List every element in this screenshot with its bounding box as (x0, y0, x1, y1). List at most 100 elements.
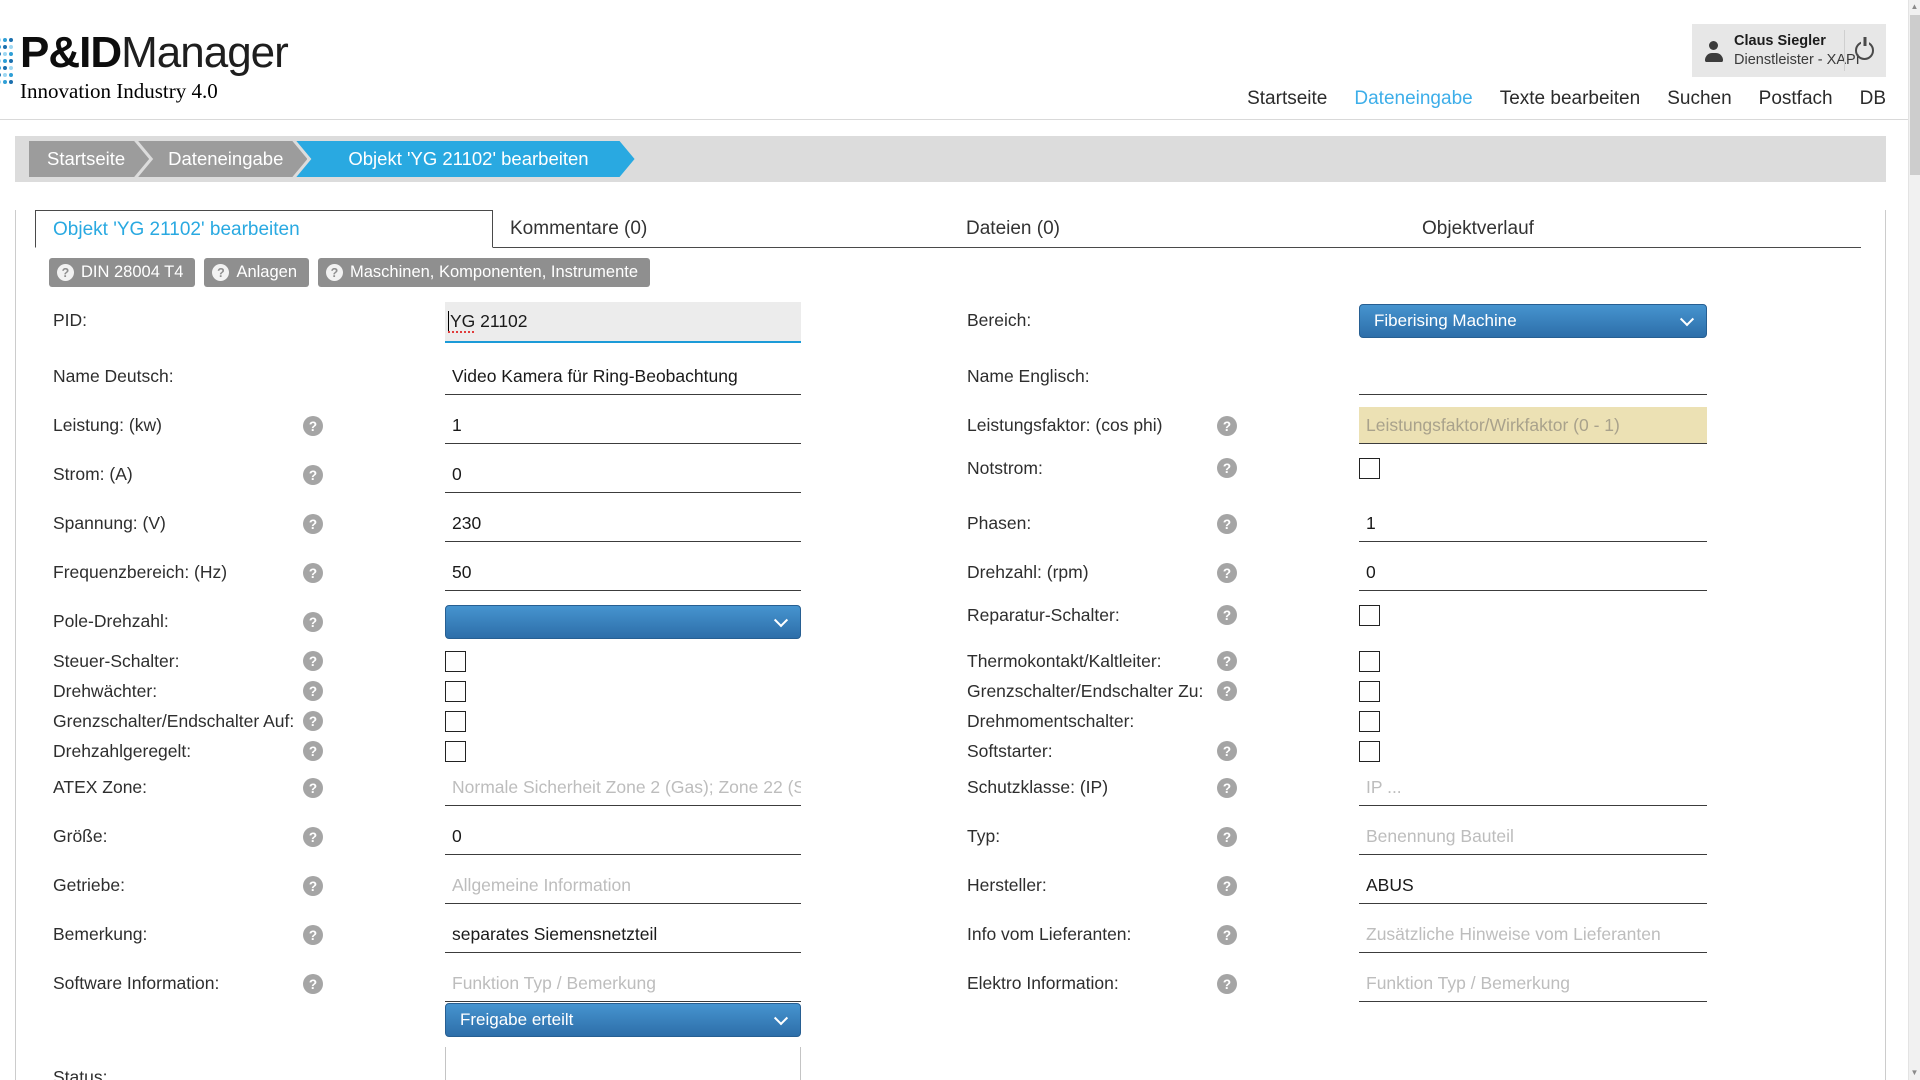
field-elektro-information[interactable]: Funktion Typ / Bemerkung (1359, 965, 1707, 1002)
help-thermokontakt-icon[interactable]: ? (1217, 651, 1237, 671)
user-role: Dienstleister - XAPI (1734, 52, 1834, 68)
badge-maschinen-komponenten-instrumente[interactable]: ?Maschinen, Komponenten, Instrumente (318, 258, 650, 287)
checkbox-drehmomentschalter[interactable] (1359, 711, 1380, 732)
checkbox-grenzschalter-zu[interactable] (1359, 681, 1380, 702)
content-panel: Objekt 'YG 21102' bearbeitenKommentare (… (15, 210, 1886, 1080)
help-leistungsfaktor-icon[interactable]: ? (1217, 416, 1237, 436)
field-getriebe[interactable]: Allgemeine Information (445, 867, 801, 904)
help-typ-icon[interactable]: ? (1217, 827, 1237, 847)
cell-drehmomentschalter: Drehmomentschalter: (967, 709, 1707, 734)
breadcrumb-startseite[interactable]: Startseite (29, 141, 149, 177)
badge-anlagen[interactable]: ?Anlagen (204, 258, 309, 287)
nav-texte-bearbeiten[interactable]: Texte bearbeiten (1500, 88, 1641, 110)
field-name-englisch[interactable] (1359, 358, 1707, 395)
help-reparatur-schalter-icon[interactable]: ? (1217, 605, 1237, 625)
field-leistungsfaktor[interactable]: Leistungsfaktor/Wirkfaktor (0 - 1) (1359, 407, 1707, 444)
breadcrumb-objekt-yg-21102-bearbeiten[interactable]: Objekt 'YG 21102' bearbeiten (296, 141, 634, 177)
field-schutzklasse[interactable]: IP ... (1359, 769, 1707, 806)
help-groesse-icon[interactable]: ? (303, 827, 323, 847)
checkbox-thermokontakt[interactable] (1359, 651, 1380, 672)
field-hersteller[interactable]: ABUS (1359, 867, 1707, 904)
select-freigabe[interactable]: Freigabe erteilt (445, 1003, 801, 1037)
cell-schutzklasse: Schutzklasse: (IP)?IP ... (967, 769, 1707, 806)
field-phasen[interactable]: 1 (1359, 505, 1707, 542)
field-software-information[interactable]: Funktion Typ / Bemerkung (445, 965, 801, 1002)
checkbox-drehwaechter[interactable] (445, 681, 466, 702)
help-pole-drehzahl-icon[interactable]: ? (303, 612, 323, 632)
field-placeholder: Funktion Typ / Bemerkung (452, 973, 656, 994)
help-hersteller-icon[interactable]: ? (1217, 876, 1237, 896)
nav-db[interactable]: DB (1860, 88, 1886, 110)
label-name-englisch: Name Englisch: (967, 358, 1217, 395)
badge-din-28004-t4[interactable]: ?DIN 28004 T4 (49, 258, 195, 287)
checkbox-notstrom[interactable] (1359, 458, 1380, 479)
field-leistung[interactable]: 1 (445, 407, 801, 444)
help-grenzschalter-auf-icon[interactable]: ? (303, 711, 323, 731)
label-bemerkung: Bemerkung: (53, 916, 303, 953)
select-value: Freigabe erteilt (460, 1010, 573, 1030)
tab-kommentare-0[interactable]: Kommentare (0) (493, 210, 949, 248)
checkbox-grenzschalter-auf[interactable] (445, 711, 466, 732)
help-leistung-icon[interactable]: ? (303, 416, 323, 436)
tab-objekt-yg-21102-bearbeiten[interactable]: Objekt 'YG 21102' bearbeiten (35, 210, 493, 248)
help-drehzahl-icon[interactable]: ? (1217, 563, 1237, 583)
nav-dateneingabe[interactable]: Dateneingabe (1354, 88, 1472, 110)
help-grenzschalter-zu-icon[interactable]: ? (1217, 681, 1237, 701)
select-pole-drehzahl[interactable] (445, 605, 801, 639)
tab-objektverlauf[interactable]: Objektverlauf (1405, 210, 1861, 248)
checkbox-steuer-schalter[interactable] (445, 651, 466, 672)
label-spannung: Spannung: (V) (53, 505, 303, 542)
scrollbar-thumb[interactable] (1910, 15, 1920, 175)
help-frequenzbereich-icon[interactable]: ? (303, 563, 323, 583)
help-info-lieferant-icon[interactable]: ? (1217, 925, 1237, 945)
field-info-lieferant[interactable]: Zusätzliche Hinweise vom Lieferanten (1359, 916, 1707, 953)
field-value: 0 (452, 464, 462, 485)
checkbox-reparatur-schalter[interactable] (1359, 605, 1380, 626)
tab-dateien-0[interactable]: Dateien (0) (949, 210, 1405, 248)
field-spannung[interactable]: 230 (445, 505, 801, 542)
field-bemerkung[interactable]: separates Siemensnetzteil (445, 916, 801, 953)
field-value: 1 (1366, 513, 1376, 534)
help-bemerkung-icon[interactable]: ? (303, 925, 323, 945)
vertical-scrollbar[interactable]: ▲ ▼ (1908, 0, 1920, 1080)
nav-suchen[interactable]: Suchen (1667, 88, 1731, 110)
field-strom[interactable]: 0 (445, 456, 801, 493)
field-name-deutsch[interactable]: Video Kamera für Ring-Beobachtung (445, 358, 801, 395)
nav-postfach[interactable]: Postfach (1759, 88, 1833, 110)
scroll-up-icon[interactable]: ▲ (1909, 2, 1920, 11)
help-phasen-icon[interactable]: ? (1217, 514, 1237, 534)
checkbox-softstarter[interactable] (1359, 741, 1380, 762)
scroll-down-icon[interactable]: ▼ (1909, 1068, 1920, 1077)
user-box[interactable]: Claus Siegler Dienstleister - XAPI (1692, 24, 1886, 77)
checkbox-drehzahlgeregelt[interactable] (445, 741, 466, 762)
help-atex-zone-icon[interactable]: ? (303, 778, 323, 798)
help-getriebe-icon[interactable]: ? (303, 876, 323, 896)
app-header: P&IDManager Innovation Industry 4.0 Clau… (0, 0, 1920, 120)
nav-startseite[interactable]: Startseite (1247, 88, 1327, 110)
form-row: Pole-Drehzahl:?Reparatur-Schalter:? (53, 603, 1885, 649)
field-atex-zone[interactable]: Normale Sicherheit Zone 2 (Gas); Zone 22… (445, 769, 801, 806)
field-pid[interactable]: YG 21102 (445, 302, 801, 343)
badge-label: DIN 28004 T4 (81, 263, 183, 282)
field-value: 230 (452, 513, 481, 534)
help-softstarter-icon[interactable]: ? (1217, 741, 1237, 761)
help-elektro-information-icon[interactable]: ? (1217, 974, 1237, 994)
field-drehzahl[interactable]: 0 (1359, 554, 1707, 591)
help-spannung-icon[interactable]: ? (303, 514, 323, 534)
help-software-information-icon[interactable]: ? (303, 974, 323, 994)
help-steuer-schalter-icon[interactable]: ? (303, 651, 323, 671)
field-groesse[interactable]: 0 (445, 818, 801, 855)
logout-power-icon[interactable] (1855, 41, 1874, 60)
cell-steuer-schalter: Steuer-Schalter:? (53, 649, 801, 674)
help-drehwaechter-icon[interactable]: ? (303, 681, 323, 701)
breadcrumb-dateneingabe[interactable]: Dateneingabe (138, 141, 307, 177)
logo-dots-icon (0, 38, 15, 90)
cell-grenzschalter-auf: Grenzschalter/Endschalter Auf:? (53, 709, 801, 734)
select-bereich[interactable]: Fiberising Machine (1359, 304, 1707, 338)
help-drehzahlgeregelt-icon[interactable]: ? (303, 741, 323, 761)
help-notstrom-icon[interactable]: ? (1217, 458, 1237, 478)
help-schutzklasse-icon[interactable]: ? (1217, 778, 1237, 798)
help-strom-icon[interactable]: ? (303, 465, 323, 485)
field-frequenzbereich[interactable]: 50 (445, 554, 801, 591)
field-typ[interactable]: Benennung Bauteil (1359, 818, 1707, 855)
